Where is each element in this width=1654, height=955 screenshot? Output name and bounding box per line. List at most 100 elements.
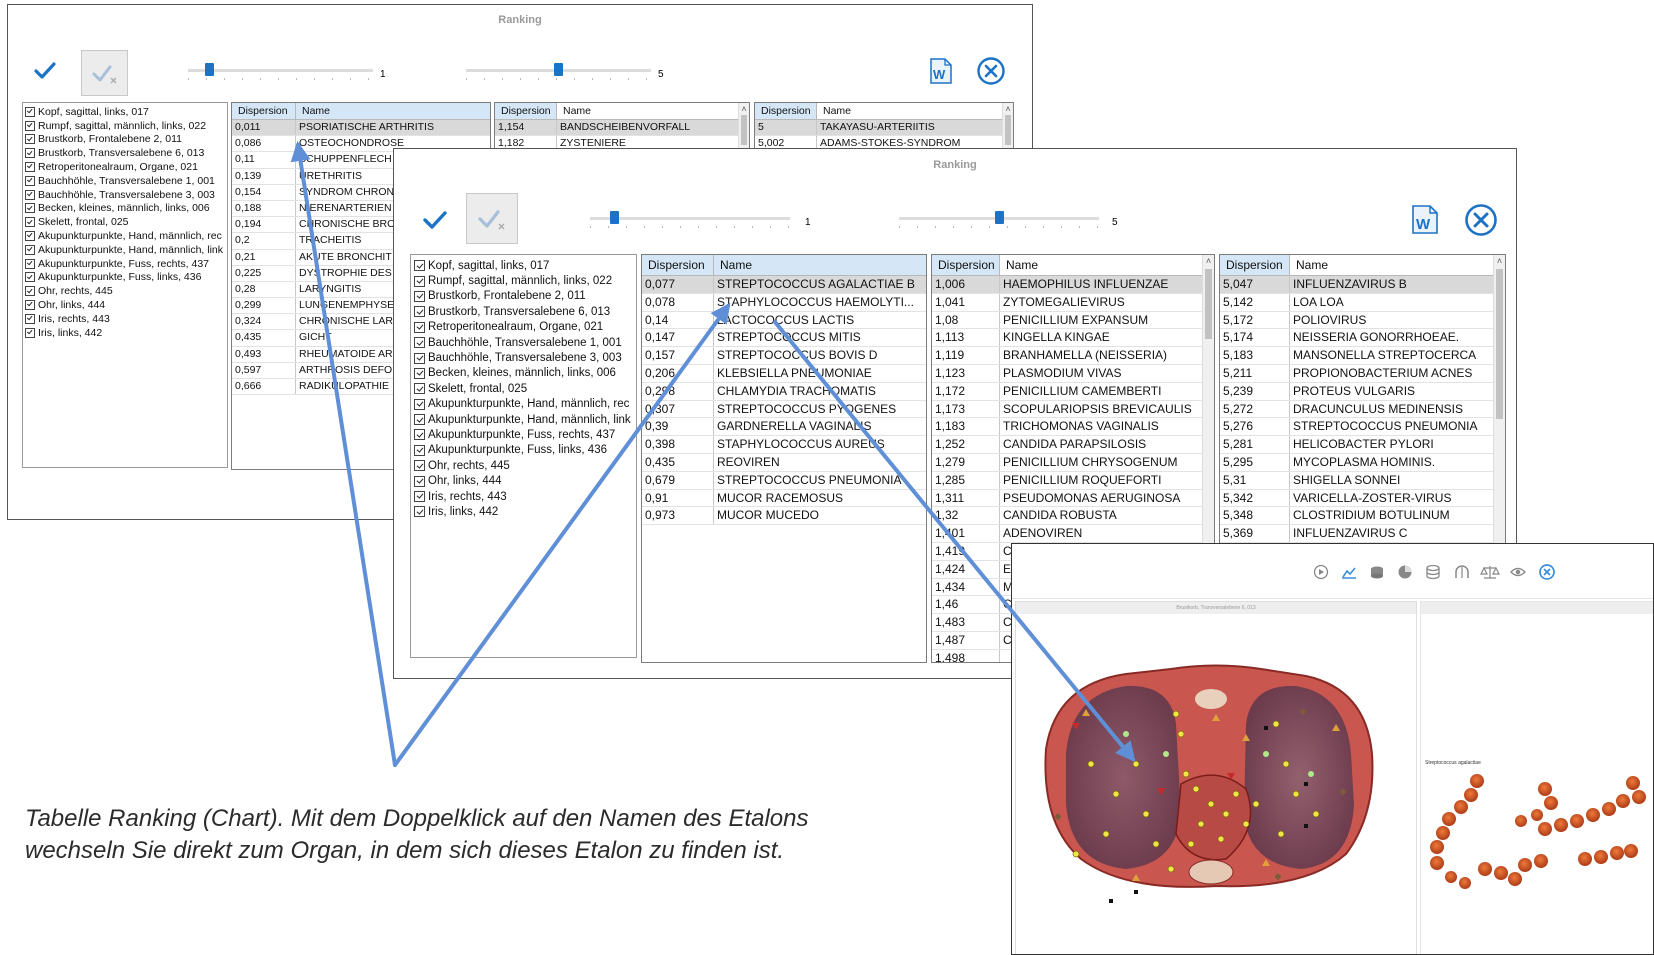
checkbox[interactable]	[414, 506, 425, 518]
checklist-item[interactable]: Retroperitonealraum, Organe, 021	[414, 320, 636, 335]
slider-min[interactable]	[188, 63, 373, 83]
checklist-item[interactable]: Bauchhöhle, Transversalebene 3, 003	[25, 188, 227, 202]
table-row[interactable]: 5,342 VARICELLA-ZOSTER-VIRUS	[1220, 489, 1493, 508]
table-row[interactable]: 1,154 BANDSCHEIBENVORFALL	[495, 120, 738, 137]
table-row[interactable]: 0,973 MUCOR MUCEDO	[642, 507, 926, 526]
table-row[interactable]: 1,08 PENICILLIUM EXPANSUM	[932, 311, 1202, 330]
checkbox[interactable]	[414, 383, 425, 395]
checklist-item[interactable]: Rumpf, sagittal, männlich, links, 022	[414, 273, 636, 288]
table-row[interactable]: 5,142 LOA LOA	[1220, 293, 1493, 312]
table-row[interactable]: 1,119 BRANHAMELLA (NEISSERIA)	[932, 347, 1202, 365]
column-header-name[interactable]: Name	[296, 103, 490, 119]
table-row[interactable]: 1,32 CANDIDA ROBUSTA	[932, 507, 1202, 526]
table-row[interactable]: 0,078 STAPHYLOCOCCUS HAEMOLYTI...	[642, 293, 926, 312]
checklist-item[interactable]: Akupunkturpunkte, Hand, männlich, link	[414, 412, 636, 427]
checkbox[interactable]	[25, 162, 35, 173]
checklist-item[interactable]: Becken, kleines, männlich, links, 006	[414, 366, 636, 381]
checklist-item[interactable]: Ohr, links, 444	[414, 473, 636, 488]
checklist-item[interactable]: Ohr, rechts, 445	[414, 458, 636, 473]
slider-max[interactable]	[899, 211, 1099, 231]
table-row[interactable]: 5,183 MANSONELLA STREPTOCERCA	[1220, 347, 1493, 365]
checkbox[interactable]	[414, 444, 425, 456]
checkbox[interactable]	[414, 290, 425, 302]
table-row[interactable]: 1,041 ZYTOMEGALIEVIRUS	[932, 293, 1202, 312]
slider-thumb[interactable]	[610, 211, 619, 224]
column-header-dispersion[interactable]: Dispersion	[932, 255, 1000, 275]
table-row[interactable]: 0,147 STREPTOCOCCUS MITIS	[642, 329, 926, 348]
table-row[interactable]: 0,077 STREPTOCOCCUS AGALACTIAE B	[642, 276, 926, 294]
vertical-scrollbar[interactable]: ˄	[1493, 255, 1505, 553]
checkmark-icon[interactable]	[34, 61, 56, 81]
checklist-item[interactable]: Ohr, rechts, 445	[25, 284, 227, 298]
table-row[interactable]: 0,14 LACTOCOCCUS LACTIS	[642, 311, 926, 330]
checkbox[interactable]	[414, 260, 425, 272]
table-row[interactable]: 0,206 KLEBSIELLA PNEUMONIAE	[642, 364, 926, 383]
slider-min[interactable]	[590, 211, 790, 231]
checkbox[interactable]	[414, 321, 425, 333]
checklist-item[interactable]: Akupunkturpunkte, Fuss, rechts, 437	[414, 427, 636, 442]
table-row[interactable]: 1,285 PENICILLIUM ROQUEFORTI	[932, 471, 1202, 490]
table-row[interactable]: 1,113 KINGELLA KINGAE	[932, 329, 1202, 348]
table-row[interactable]: 5 TAKAYASU-ARTERIITIS	[755, 120, 1002, 137]
scrollbar-thumb[interactable]	[1205, 269, 1212, 339]
column-header-dispersion[interactable]: Dispersion	[232, 103, 296, 119]
checkbox[interactable]	[25, 286, 35, 297]
table-row[interactable]: 5,348 CLOSTRIDIUM BOTULINUM	[1220, 507, 1493, 526]
vertical-scrollbar[interactable]: ˄	[1002, 103, 1013, 151]
checkbox[interactable]	[414, 475, 425, 487]
table-row[interactable]: 1,172 PENICILLIUM CAMEMBERTI	[932, 382, 1202, 401]
slider-thumb[interactable]	[554, 63, 563, 76]
column-header-name[interactable]: Name	[1000, 255, 1214, 275]
table-row[interactable]: 0,679 STREPTOCOCCUS PNEUMONIA	[642, 471, 926, 490]
checkbox[interactable]	[25, 272, 35, 283]
checklist-item[interactable]: Skelett, frontal, 025	[414, 381, 636, 396]
scrollbar-thumb[interactable]	[741, 115, 747, 145]
column-header-dispersion[interactable]: Dispersion	[495, 103, 557, 119]
checkbox[interactable]	[25, 203, 35, 214]
table-row[interactable]: 1,006 HAEMOPHILUS INFLUENZAE	[932, 276, 1202, 294]
checklist-item[interactable]: Rumpf, sagittal, männlich, links, 022	[25, 119, 227, 133]
table-row[interactable]: 5,272 DRACUNCULUS MEDINENSIS	[1220, 400, 1493, 419]
chest-cross-section-image[interactable]	[1016, 614, 1418, 955]
uncheck-all-button[interactable]	[466, 193, 518, 244]
uncheck-all-button[interactable]	[81, 50, 128, 96]
table-row[interactable]: 5,31 SHIGELLA SONNEI	[1220, 471, 1493, 490]
checkbox[interactable]	[25, 300, 35, 311]
checkbox[interactable]	[25, 217, 35, 228]
table-row[interactable]: 5,172 POLIOVIRUS	[1220, 311, 1493, 330]
checkbox[interactable]	[414, 352, 425, 364]
checkbox[interactable]	[25, 313, 35, 324]
table-row[interactable]: 1,183 TRICHOMONAS VAGINALIS	[932, 418, 1202, 437]
table-row[interactable]: 0,435 REOVIREN	[642, 453, 926, 472]
checklist-item[interactable]: Brustkorb, Frontalebene 2, 011	[414, 289, 636, 304]
table-row[interactable]: 5,281 HELICOBACTER PYLORI	[1220, 436, 1493, 454]
checkbox[interactable]	[414, 398, 425, 410]
close-circle-icon[interactable]	[976, 56, 1006, 86]
checkbox[interactable]	[414, 306, 425, 318]
checklist-item[interactable]: Retroperitonealraum, Organe, 021	[25, 160, 227, 174]
checklist-item[interactable]: Skelett, frontal, 025	[25, 215, 227, 229]
checkbox[interactable]	[414, 275, 425, 287]
checkbox[interactable]	[25, 258, 35, 269]
checkbox[interactable]	[25, 106, 35, 117]
table-row[interactable]: 0,307 STREPTOCOCCUS PYOGENES	[642, 400, 926, 419]
checklist-item[interactable]: Akupunkturpunkte, Fuss, rechts, 437	[25, 257, 227, 271]
scrollbar-thumb[interactable]	[1496, 269, 1503, 419]
checklist-item[interactable]: Becken, kleines, männlich, links, 006	[25, 202, 227, 216]
checklist-item[interactable]: Ohr, links, 444	[25, 298, 227, 312]
checklist-item[interactable]: Kopf, sagittal, links, 017	[25, 105, 227, 119]
table-row[interactable]: 5,369 INFLUENZAVIRUS C	[1220, 525, 1493, 543]
scroll-up-arrow[interactable]: ˄	[1003, 104, 1013, 114]
checklist-item[interactable]: Akupunkturpunkte, Fuss, links, 436	[25, 271, 227, 285]
checkbox[interactable]	[414, 491, 425, 503]
table-row[interactable]: 5,047 INFLUENZAVIRUS B	[1220, 276, 1493, 294]
scroll-up-arrow[interactable]: ˄	[739, 104, 749, 114]
checklist-item[interactable]: Bauchhöhle, Transversalebene 3, 003	[414, 350, 636, 365]
checkbox[interactable]	[25, 244, 35, 255]
checkbox[interactable]	[25, 327, 35, 338]
column-header-name[interactable]: Name	[1290, 255, 1505, 275]
table-row[interactable]: 1,173 SCOPULARIOPSIS BREVICAULIS	[932, 400, 1202, 419]
checkbox[interactable]	[414, 429, 425, 441]
checkmark-icon[interactable]	[423, 210, 447, 230]
table-row[interactable]: 0,39 GARDNERELLA VAGINALIS	[642, 418, 926, 437]
